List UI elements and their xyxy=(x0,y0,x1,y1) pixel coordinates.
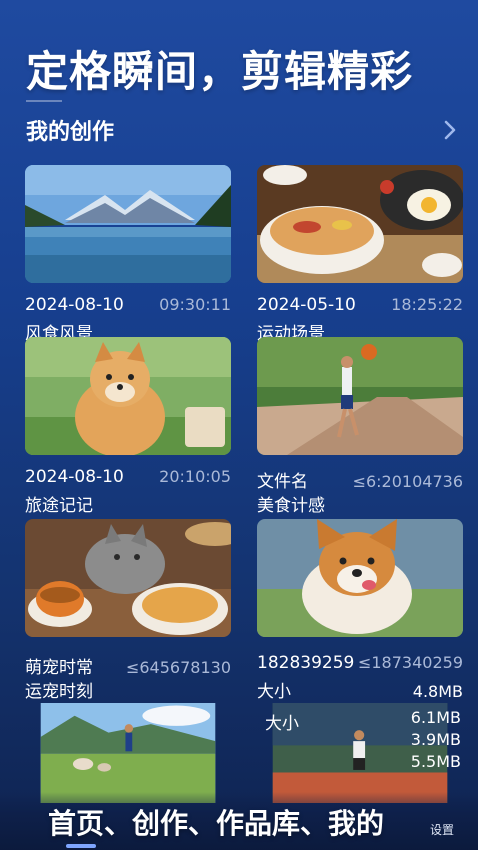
bottom-nav-tabs[interactable]: 首页、创作、作品库、我的 xyxy=(48,802,384,842)
noodle-meal-photo xyxy=(257,165,463,283)
size-value: 5.5MB xyxy=(410,752,461,771)
section-title: 我的创作 xyxy=(26,120,115,145)
card-date: 2024-08-10 xyxy=(25,467,124,487)
media-card[interactable]: 大小 6.1MB 3.9MB 5.5MB xyxy=(257,703,463,803)
media-card[interactable]: 182839259 ≤187340259 大小 4.8MB xyxy=(257,519,463,702)
headline: 定格瞬间，剪辑精彩 xyxy=(26,47,414,96)
divider xyxy=(26,100,62,102)
card-title: 运宠时刻 xyxy=(25,682,93,702)
active-tab-indicator xyxy=(66,844,96,848)
card-title: 美食计感 xyxy=(257,496,325,516)
card-time: 20:10:05 xyxy=(159,467,231,486)
media-card[interactable]: 文件名 ≤6:20104736 美食计感 xyxy=(257,337,463,516)
media-card[interactable]: 2024-05-10 18:25:22 运动场景 xyxy=(257,165,463,344)
card-title: 旅途记记 xyxy=(25,496,93,516)
media-card[interactable]: 2024-08-10 20:10:05 旅途记记 xyxy=(25,337,231,516)
media-card[interactable]: 2024-08-10 09:30:11 风食风景 xyxy=(25,165,231,344)
lake-mountain-photo xyxy=(25,165,231,283)
card-label: 182839259 xyxy=(257,653,355,673)
cat-tea-pasta-photo xyxy=(25,519,231,637)
card-time: 09:30:11 xyxy=(159,295,231,314)
runner-dogs-meadow-photo xyxy=(40,703,216,803)
size-value: 6.1MB xyxy=(410,708,461,727)
settings-badge[interactable]: 设置 xyxy=(430,821,454,838)
size-value: 3.9MB xyxy=(410,730,461,749)
card-value: ≤187340259 xyxy=(357,653,463,672)
card-size: 4.8MB xyxy=(412,682,463,701)
card-value: ≤6:20104736 xyxy=(352,472,463,491)
pomeranian-dog-photo xyxy=(25,337,231,455)
card-label: 萌宠时常 xyxy=(25,658,93,678)
card-value: ≤645678130 xyxy=(125,658,231,677)
card-date: 2024-08-10 xyxy=(25,295,124,315)
card-time: 18:25:22 xyxy=(391,295,463,314)
media-card[interactable] xyxy=(25,703,231,803)
media-card[interactable]: 萌宠时常 ≤645678130 运宠时刻 xyxy=(25,519,231,702)
card-date: 2024-05-10 xyxy=(257,295,356,315)
corgi-dog-photo xyxy=(257,519,463,637)
size-label: 大小 xyxy=(265,714,299,734)
card-label: 文件名 xyxy=(257,472,308,492)
basketball-runner-photo xyxy=(257,337,463,455)
chevron-right-icon[interactable] xyxy=(440,116,460,144)
card-title: 大小 xyxy=(257,682,291,702)
